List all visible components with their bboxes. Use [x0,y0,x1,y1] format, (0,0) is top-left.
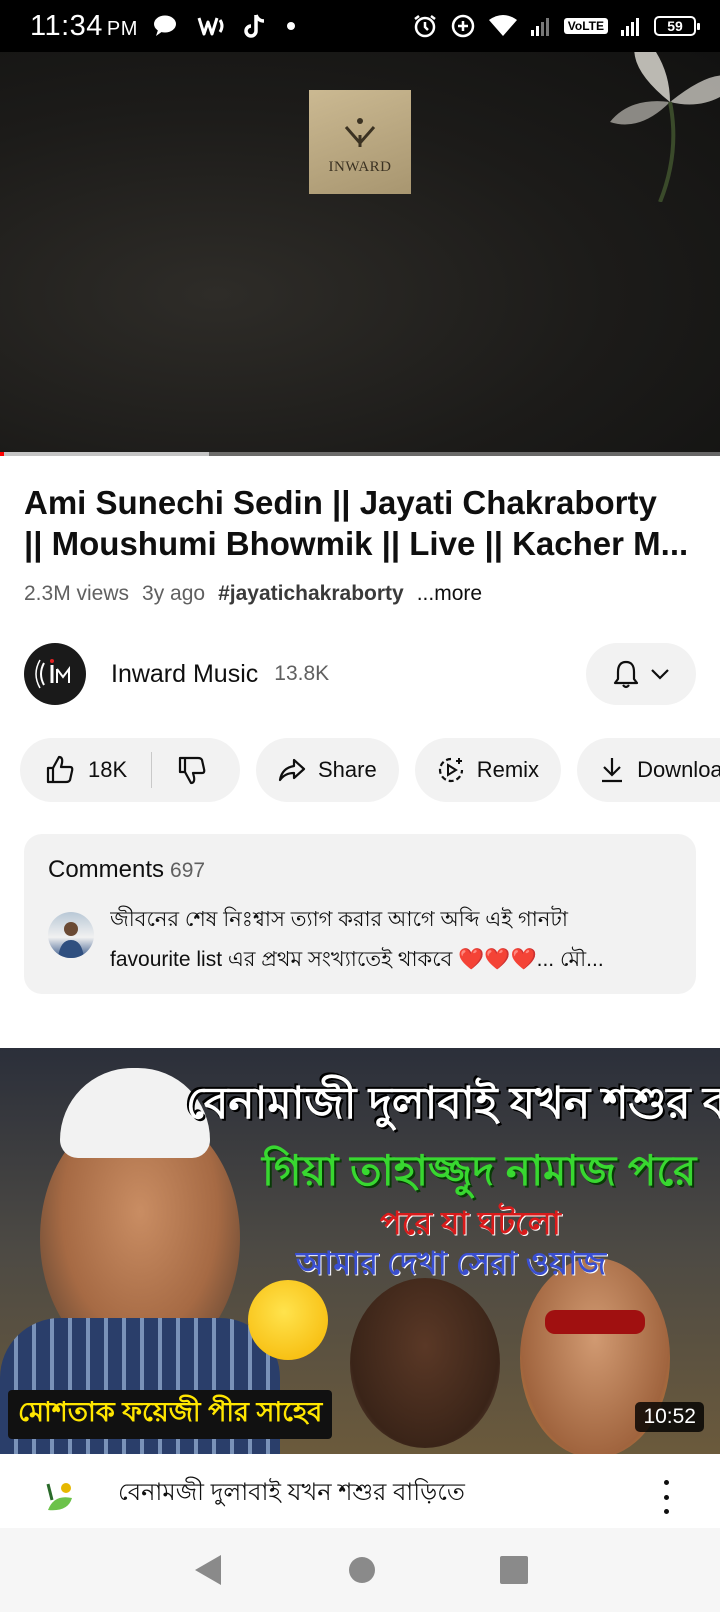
notification-icons [152,13,296,39]
subscriber-count: 13.8K [274,662,330,685]
share-label: Share [318,757,377,782]
next-video-info[interactable]: বেনামজী দুলাবাই যখন শশুর বাড়িতে [0,1454,720,1528]
comments-title: Comments [48,856,165,883]
inward-logo-icon [344,118,376,147]
remix-icon [438,757,463,783]
next-channel-avatar[interactable] [44,1480,78,1514]
dot-icon [286,22,295,30]
like-count[interactable]: 18K [88,757,127,783]
data-saver-icon [451,14,475,38]
next-video-title[interactable]: বেনামজী দুলাবাই যখন শশুর বাড়িতে [118,1476,638,1524]
comments-count: 697 [170,859,206,882]
system-icons: VoLTE 59 [412,13,700,39]
laughing-emoji [248,1280,328,1360]
channel-name[interactable]: Inward Music [111,660,258,689]
channel-watermark-logo: INWARD [309,90,411,194]
download-button[interactable]: Download [577,738,720,802]
chevron-down-icon [651,669,669,680]
next-video-thumbnail[interactable]: বেনামাজী দুলাবাই যখন শশুর বাড়িতে গিয়া … [0,1048,720,1454]
channel-avatar[interactable] [24,643,86,705]
signal-icon [530,18,549,36]
notifications-button[interactable] [586,643,696,705]
status-bar: 11:34 PM VoLTE 59 [0,0,720,52]
share-button[interactable]: Share [256,738,399,802]
like-dislike-group: 18K [20,738,240,802]
thumb-headline-4: আমার দেখা সেরা ওয়াজ [296,1245,607,1281]
buffered-bar [0,452,209,456]
remix-button[interactable]: Remix [414,738,562,802]
volte-badge: VoLTE [563,18,608,34]
action-bar: 18K Share Remix Download [20,738,720,802]
tiktok-icon [244,14,265,38]
comments-panel[interactable]: Comments 697 জীবনের শেষ নিঃশ্বাস ত্যাগ কর… [24,834,696,994]
like-divider [151,752,153,788]
video-duration-badge: 10:52 [635,1402,704,1432]
logo-text: INWARD [328,159,392,175]
status-time: 11:34 PM [30,9,138,42]
inward-music-logo-icon [35,659,70,689]
more-options-icon[interactable] [656,1480,676,1514]
remix-label: Remix [476,757,540,782]
top-comment-text: জীবনের শেষ নিঃশ্বাস ত্যাগ করার আগে অব্দি… [110,900,674,980]
comment-line-2: favourite list এর প্রথম সংখ্যাতেই থাকবে … [110,948,604,971]
wifi-icon [488,15,517,36]
bell-icon [613,660,639,689]
download-label: Download [637,757,720,782]
recents-icon[interactable] [499,1555,529,1585]
sunglasses [545,1310,645,1334]
view-count: 2.3M views [24,582,130,605]
battery-icon: 59 [654,16,700,36]
alarm-icon [414,15,436,38]
video-title[interactable]: Ami Sunechi Sedin || Jayati Chakraborty … [24,482,704,564]
wave-icon [197,17,224,36]
thumb-headline-1: বেনামাজী দুলাবাই যখন শশুর বাড়িতে [186,1079,720,1128]
back-icon[interactable] [191,1552,225,1588]
person-avatar-icon [58,922,84,958]
share-icon [278,758,306,782]
thumb-speaker-banner: মোশতাক ফয়েজী পীর সাহেব [8,1390,333,1439]
video-progress-bar[interactable] [0,452,720,456]
child-face [350,1278,500,1448]
home-icon[interactable] [347,1555,377,1585]
video-title-line-2: || Moushumi Bhowmik || Live || Kacher M.… [24,525,689,562]
chat-bubble-icon [153,15,176,36]
download-icon [602,758,623,783]
comments-heading: Comments 697 [48,856,205,884]
played-bar [0,452,4,456]
video-title-line-1: Ami Sunechi Sedin || Jayati Chakraborty [24,484,657,521]
upload-age: 3y ago [142,582,206,605]
commenter-avatar [48,912,94,958]
flower-graphic [610,52,720,202]
more-link[interactable]: ...more [417,582,482,606]
like-icon[interactable] [44,754,76,786]
signal-icon-2 [621,18,639,36]
comment-line-1: জীবনের শেষ নিঃশ্বাস ত্যাগ করার আগে অব্দি… [110,908,568,931]
system-nav-bar [0,1528,720,1612]
video-meta[interactable]: 2.3M views 3y ago #jayatichakraborty ...… [24,582,482,606]
dislike-icon[interactable] [176,754,208,786]
hashtag-link[interactable]: #jayatichakraborty [218,582,404,606]
video-player[interactable]: INWARD [0,52,720,456]
channel-row: Inward Music 13.8K [24,642,696,706]
